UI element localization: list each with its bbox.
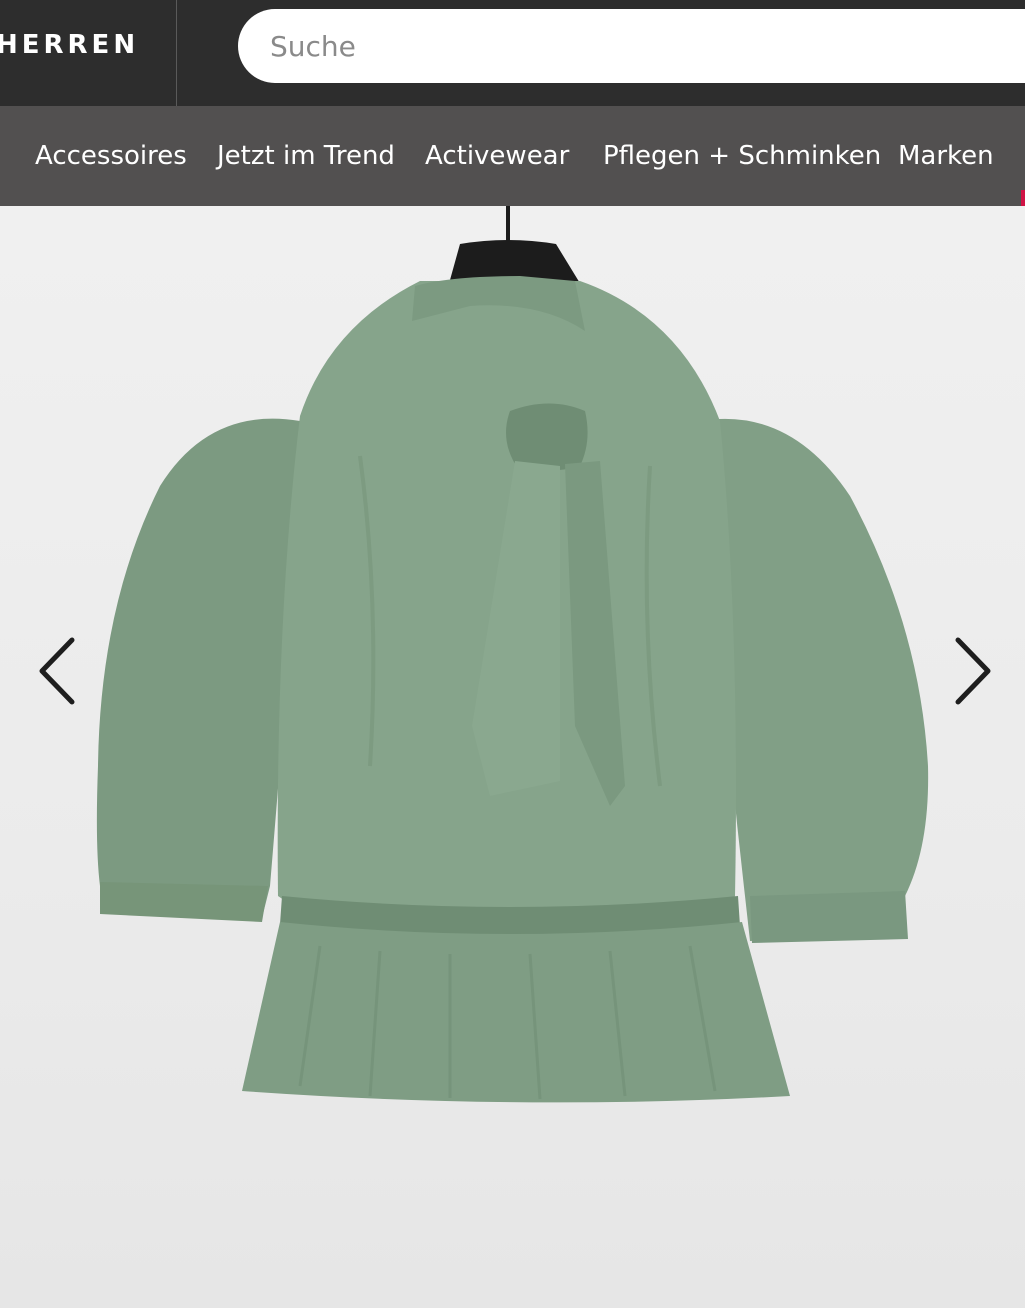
- nav-item-accessoires[interactable]: Accessoires: [35, 106, 187, 206]
- chevron-right-icon[interactable]: [940, 626, 1000, 716]
- nav-item-pflegen-schminken[interactable]: Pflegen + Schminken: [603, 106, 881, 206]
- chevron-left-icon[interactable]: [30, 626, 90, 716]
- nav-item-marken[interactable]: Marken: [898, 106, 994, 206]
- category-nav: Accessoires Jetzt im Trend Activewear Pf…: [0, 106, 1025, 206]
- top-bar: HERREN: [0, 0, 1025, 106]
- gender-tab-label: HERREN: [0, 30, 140, 60]
- nav-item-activewear[interactable]: Activewear: [425, 106, 569, 206]
- nav-scroll-indicator: [1021, 190, 1025, 206]
- product-gallery: [0, 206, 1025, 1308]
- gender-tab-herren[interactable]: HERREN: [0, 0, 176, 106]
- search-input[interactable]: [238, 9, 1025, 83]
- nav-item-jetzt-im-trend[interactable]: Jetzt im Trend: [217, 106, 395, 206]
- header-divider: [176, 0, 177, 106]
- product-blouse-image[interactable]: [0, 206, 1025, 1308]
